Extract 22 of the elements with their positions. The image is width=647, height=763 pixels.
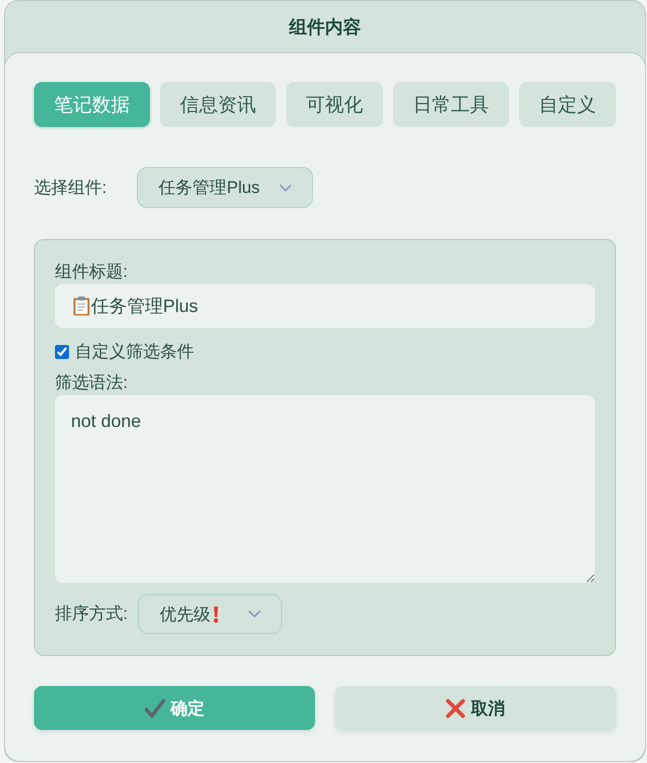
tab[interactable]: 自定义 bbox=[519, 82, 616, 127]
clipboard-icon bbox=[73, 296, 90, 316]
exclamation-icon bbox=[212, 606, 219, 622]
component-select[interactable]: 任务管理Plus bbox=[136, 167, 313, 208]
tab[interactable]: 可视化 bbox=[286, 82, 383, 127]
tab[interactable]: 日常工具 bbox=[393, 82, 509, 127]
component-label: 选择组件: bbox=[34, 176, 107, 198]
cancel-button[interactable]: 取消 bbox=[335, 686, 616, 730]
check-icon bbox=[144, 698, 164, 718]
sort-select[interactable]: 优先级 bbox=[138, 594, 282, 634]
checkbox-label: 自定义筛选条件 bbox=[75, 341, 194, 363]
close-icon bbox=[446, 698, 465, 718]
syntax-label: 筛选语法: bbox=[55, 372, 128, 394]
syntax-textarea[interactable]: not done bbox=[55, 395, 595, 583]
tab[interactable]: 信息资讯 bbox=[160, 82, 276, 127]
chevron-down-icon bbox=[278, 184, 292, 192]
title-input[interactable]: 任务管理Plus bbox=[55, 284, 595, 328]
chevron-down-icon bbox=[248, 610, 261, 618]
dialog-title: 组件内容 bbox=[289, 16, 361, 38]
title-label: 组件标题: bbox=[55, 261, 128, 283]
sort-label: 排序方式: bbox=[55, 603, 128, 625]
custom-filter-checkbox[interactable] bbox=[55, 345, 69, 359]
